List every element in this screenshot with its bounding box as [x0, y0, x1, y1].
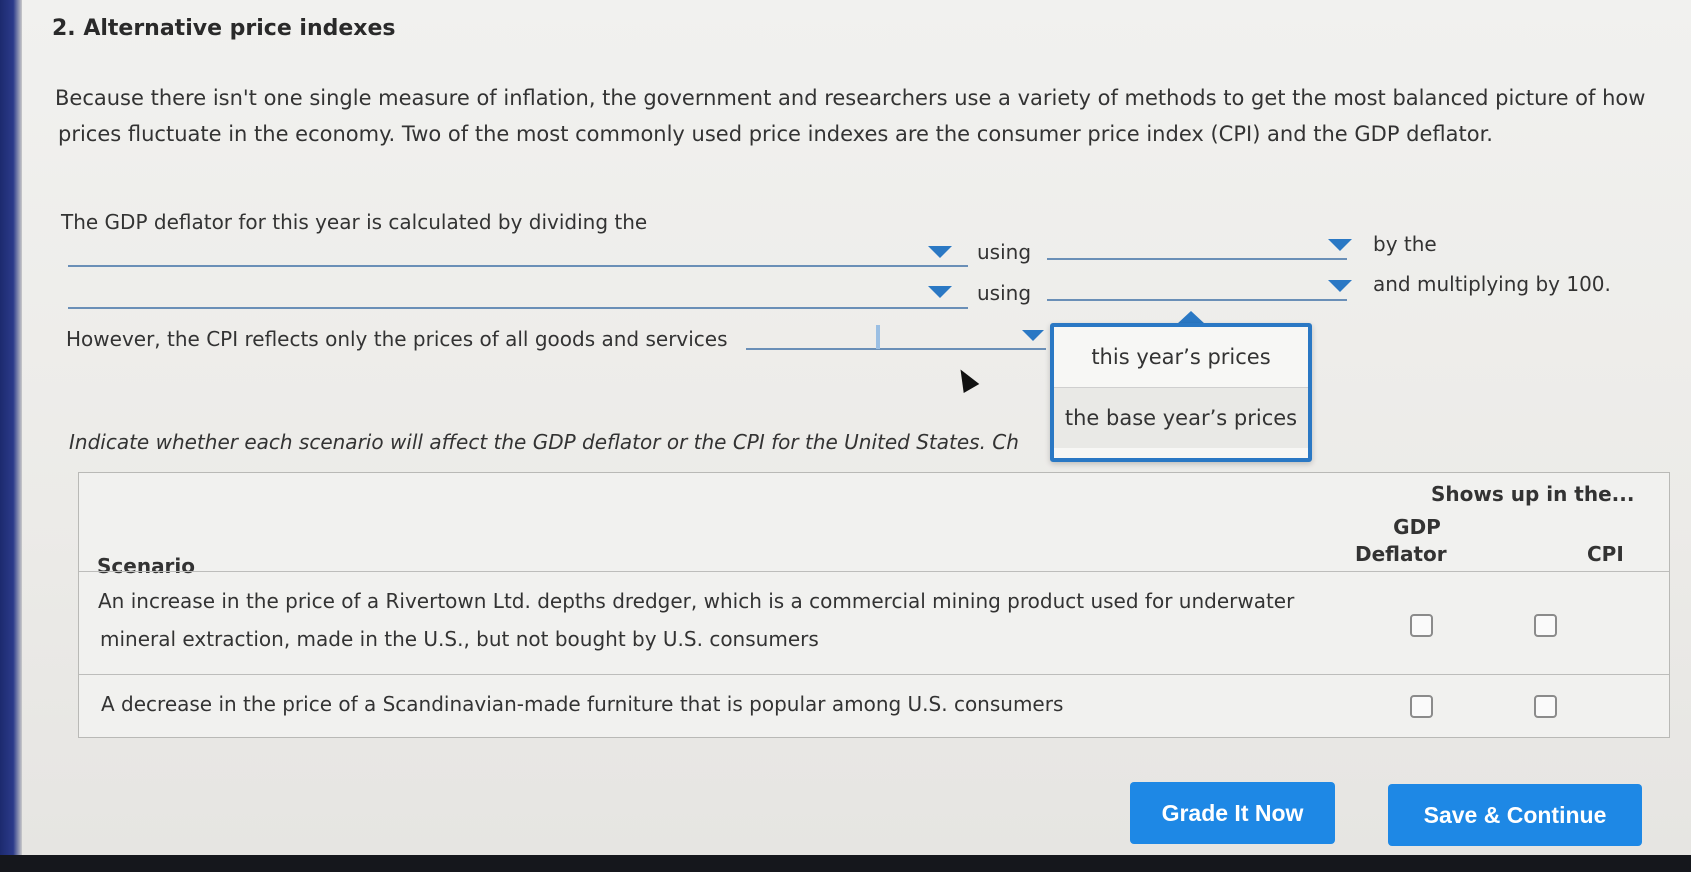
monitor-bezel-left [0, 0, 22, 872]
row-1-gdp-checkbox[interactable] [1410, 614, 1433, 637]
question-panel: 2. Alternative price indexes Because the… [22, 0, 1691, 855]
mouse-pointer-icon [952, 364, 980, 394]
chevron-down-icon[interactable] [1022, 330, 1044, 341]
col-scenario: Scenario [97, 554, 196, 578]
dropdown-underline [1047, 299, 1347, 301]
multiplying-label: and multiplying by 100. [1373, 272, 1611, 296]
dropdown-underline [68, 265, 968, 267]
scenario-table: Shows up in the... GDP Deflator CPI Scen… [78, 472, 1670, 738]
row-2-gdp-checkbox[interactable] [1410, 695, 1433, 718]
dropdown-underline [1047, 258, 1347, 260]
cpi-sentence-lead: However, the CPI reflects only the price… [66, 327, 728, 351]
using-label-2: using [977, 281, 1032, 305]
row-1-text-line2: mineral extraction, made in the U.S., bu… [100, 627, 819, 651]
chevron-down-icon[interactable] [1328, 280, 1352, 292]
col-gdp-line1: GDP [1393, 515, 1441, 539]
col-gdp-line2: Deflator [1355, 542, 1447, 566]
intro-line-1: Because there isn't one single measure o… [55, 86, 1646, 110]
chevron-down-icon[interactable] [928, 246, 952, 258]
row-2-text: A decrease in the price of a Scandinavia… [101, 692, 1064, 716]
dropdown-underline [746, 348, 1046, 350]
monitor-bezel-bottom [0, 855, 1691, 872]
dropdown-option-this-year[interactable]: this year’s prices [1054, 327, 1308, 388]
chevron-down-icon[interactable] [1328, 239, 1352, 251]
grade-it-now-button[interactable]: Grade It Now [1130, 782, 1335, 844]
intro-line-2: prices fluctuate in the economy. Two of … [58, 122, 1493, 146]
text-caret [876, 325, 880, 349]
by-the-label: by the [1373, 232, 1437, 256]
save-continue-button[interactable]: Save & Continue [1388, 784, 1642, 846]
chevron-down-icon[interactable] [928, 286, 952, 298]
group-header: Shows up in the... [1431, 482, 1635, 506]
header-divider [79, 571, 1669, 572]
dropdown-option-base-year[interactable]: the base year’s prices [1054, 388, 1308, 448]
gdp-sentence-lead: The GDP deflator for this year is calcul… [61, 210, 648, 234]
row-1-cpi-checkbox[interactable] [1534, 614, 1557, 637]
instruction-text: Indicate whether each scenario will affe… [69, 430, 1019, 454]
dropdown-underline [68, 307, 968, 309]
question-title: 2. Alternative price indexes [52, 16, 396, 41]
col-cpi: CPI [1587, 542, 1624, 566]
using-label-1: using [977, 240, 1032, 264]
row-2-cpi-checkbox[interactable] [1534, 695, 1557, 718]
row-divider [79, 674, 1669, 675]
row-1-text-line1: An increase in the price of a Rivertown … [98, 589, 1295, 613]
dropdown-menu: this year’s prices the base year’s price… [1050, 323, 1312, 462]
